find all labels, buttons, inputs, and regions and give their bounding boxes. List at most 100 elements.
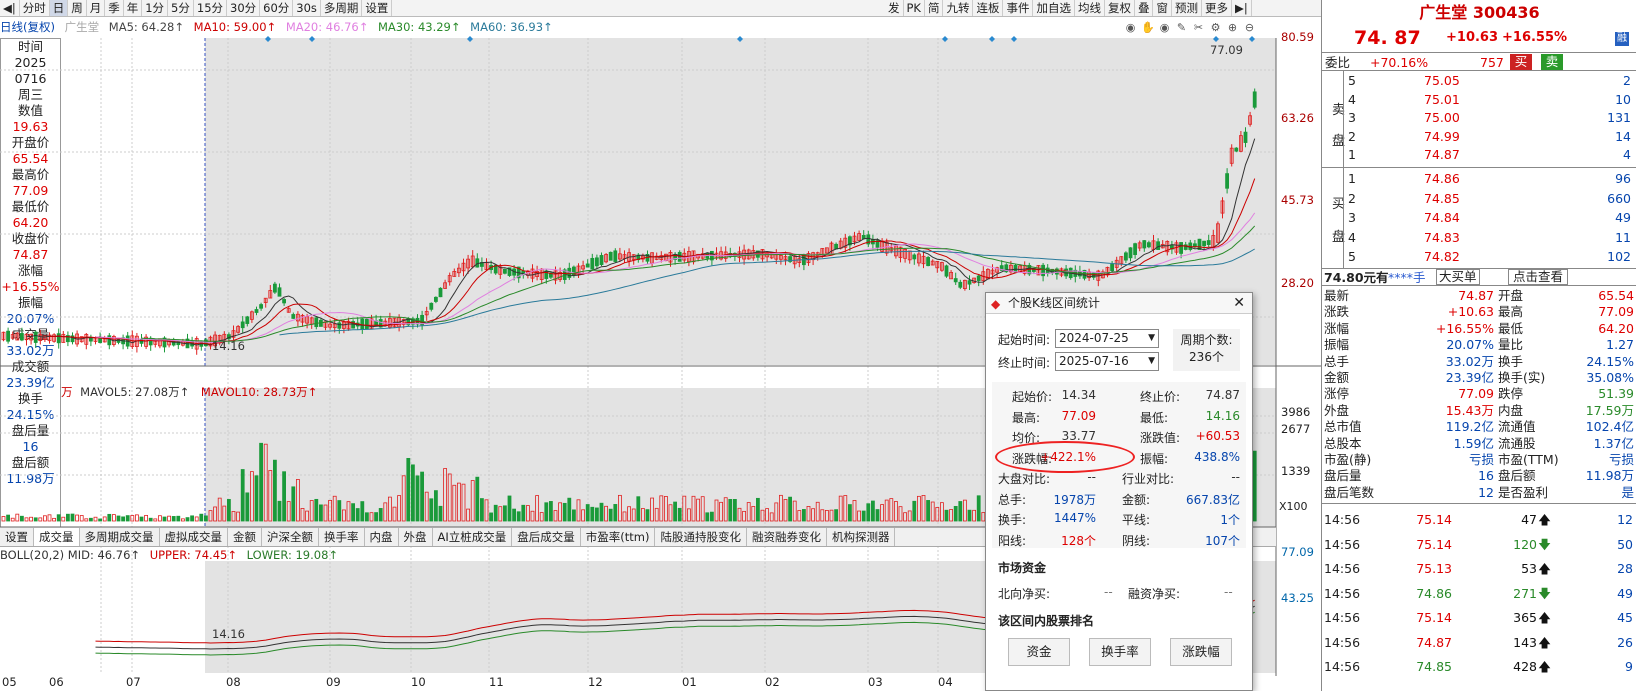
period-tab-12[interactable]: 多周期 <box>321 0 363 16</box>
tool-button-2[interactable]: 简 <box>925 0 944 16</box>
period-tab-8[interactable]: 15分 <box>194 0 228 16</box>
period-tab-9[interactable]: 30分 <box>227 0 261 16</box>
indicator-tab-5[interactable]: 沪深全额 <box>262 528 319 546</box>
rank-change-button[interactable]: 涨跌幅 <box>1170 638 1232 666</box>
tick-price: 75.13 <box>1416 561 1452 576</box>
candle-body <box>595 257 599 267</box>
brush-icon[interactable]: ✎ <box>1175 21 1188 34</box>
volume-bar <box>125 515 130 522</box>
stat-label: 金额 <box>1324 370 1350 385</box>
tool-button-4[interactable]: 连板 <box>973 0 1004 16</box>
view-link[interactable]: 点击查看 <box>1508 269 1569 285</box>
tool-button-12[interactable]: 更多 <box>1202 0 1232 16</box>
indicator-tab-2[interactable]: 多周期成交量 <box>80 528 160 546</box>
period-tab-4[interactable]: 季 <box>105 0 124 16</box>
date-tick: 08 <box>226 675 241 689</box>
start-date-select[interactable]: 2024-07-25 <box>1055 329 1159 348</box>
indicator-tab-9[interactable]: AI立桩成交量 <box>433 528 513 546</box>
period-tab-13[interactable]: 设置 <box>362 0 393 16</box>
settings-icon[interactable]: ⚙ <box>1209 21 1222 34</box>
indicator-tab-11[interactable]: 市盈率(ttm) <box>581 528 656 546</box>
rank-turnover-button[interactable]: 换手率 <box>1089 638 1151 666</box>
tool-button-6[interactable]: 加自选 <box>1033 0 1075 16</box>
volume-bar <box>976 495 981 522</box>
indicator-tab-3[interactable]: 虚拟成交量 <box>160 528 228 546</box>
tool-button-11[interactable]: 预测 <box>1172 0 1202 16</box>
indicator-tab-0[interactable]: 设置 <box>0 528 34 546</box>
tool-button-0[interactable]: 发 <box>885 0 904 16</box>
stat-row: 涨跌 +10.63 最高 77.09 <box>1322 304 1636 320</box>
start-label: 起始时间: <box>998 333 1051 347</box>
tick-row: 14:56 74.85 428 🡅 9 <box>1322 659 1636 675</box>
asks-row: 3 75.00 131 <box>1322 110 1636 126</box>
chart-label: 日线(复权) <box>0 20 55 34</box>
volume-bar <box>875 509 880 522</box>
tool-button-10[interactable]: 窗 <box>1153 0 1172 16</box>
period-tab-10[interactable]: 60分 <box>260 0 294 16</box>
tool-button-8[interactable]: 复权 <box>1105 0 1135 16</box>
eye-icon-2[interactable]: ◉ <box>1158 21 1171 34</box>
period-tab-7[interactable]: 5分 <box>168 0 194 16</box>
bids-price: 74.84 <box>1424 210 1460 225</box>
period-tab-0[interactable]: 分时 <box>20 0 50 16</box>
indicator-tab-12[interactable]: 陆股通持股变化 <box>655 528 747 546</box>
big-order-button[interactable]: 大买单 <box>1436 269 1480 285</box>
boll-tick: 43.25 <box>1281 591 1314 605</box>
stat-value: -- <box>1087 470 1096 484</box>
candle-body <box>6 330 10 342</box>
tool-button-3[interactable]: 九转 <box>943 0 974 16</box>
period-tab-1[interactable]: 日 <box>49 0 69 16</box>
volume-bar <box>148 517 153 522</box>
tool-button-9[interactable]: 叠 <box>1135 0 1154 16</box>
indicator-tab-4[interactable]: 金额 <box>228 528 262 546</box>
date-tick: 02 <box>765 675 780 689</box>
boll-lower: LOWER: 19.08↑ <box>246 548 339 562</box>
arrow-down-icon: 🡇 <box>1538 536 1551 552</box>
volume-bar <box>516 511 521 522</box>
period-tab-2[interactable]: 周 <box>68 0 87 16</box>
volume-bar <box>802 509 806 522</box>
volume-bar <box>355 508 360 522</box>
sell-button[interactable]: 卖 <box>1541 54 1563 70</box>
candle-body <box>1206 240 1211 245</box>
tool-button-5[interactable]: 事件 <box>1003 0 1034 16</box>
hand-icon[interactable]: ✋ <box>1141 21 1155 34</box>
stat-label: 开盘 <box>1498 288 1524 303</box>
tick-price: 75.14 <box>1416 536 1452 552</box>
stat-label: 振幅: <box>1140 451 1169 466</box>
indicator-tab-13[interactable]: 融资融券变化 <box>747 528 827 546</box>
rank-fund-button[interactable]: 资金 <box>1008 638 1070 666</box>
indicator-tab-7[interactable]: 内盘 <box>365 528 399 546</box>
indicator-tab-6[interactable]: 换手率 <box>319 528 365 546</box>
zoom-out-icon[interactable]: ⊖ <box>1243 21 1256 34</box>
indicator-tab-10[interactable]: 盘后成交量 <box>512 528 581 546</box>
period-tab-5[interactable]: 年 <box>124 0 143 16</box>
buy-button[interactable]: 买 <box>1510 54 1532 70</box>
tool-button-1[interactable]: PK <box>904 0 925 16</box>
indicator-tab-8[interactable]: 外盘 <box>399 528 433 546</box>
indicator-tab-14[interactable]: 机构探测器 <box>827 528 896 546</box>
stat-label: 涨幅 <box>1324 320 1350 336</box>
book-divider-v <box>1343 71 1344 268</box>
zoom-in-icon[interactable]: ⊕ <box>1226 21 1239 34</box>
tick-time: 14:56 <box>1324 634 1361 650</box>
indicator-tab-1[interactable]: 成交量 <box>34 528 80 546</box>
tool-button-7[interactable]: 均线 <box>1075 0 1105 16</box>
end-date-select[interactable]: 2025-07-16 <box>1055 352 1159 371</box>
period-tab-3[interactable]: 月 <box>87 0 106 16</box>
stat-label: 终止价: <box>1140 390 1181 404</box>
eye-icon[interactable]: ◉ <box>1124 21 1137 34</box>
candle-body <box>953 278 958 283</box>
stat-label: 涨跌 <box>1324 304 1350 320</box>
toolbar-arrow-left[interactable]: ◀| <box>0 0 20 16</box>
period-tab-6[interactable]: 1分 <box>142 0 169 16</box>
period-tab-11[interactable]: 30s <box>293 0 321 16</box>
close-icon[interactable]: ✕ <box>1233 293 1245 314</box>
bids-volume: 11 <box>1615 229 1631 245</box>
asks-price: 75.00 <box>1424 110 1460 125</box>
scissors-icon[interactable]: ✂ <box>1192 21 1205 34</box>
volume-bar <box>107 513 112 522</box>
toolbar-next-icon[interactable]: ▶| <box>1232 0 1252 16</box>
candle-body <box>1179 242 1183 254</box>
volume-bar <box>121 516 125 522</box>
